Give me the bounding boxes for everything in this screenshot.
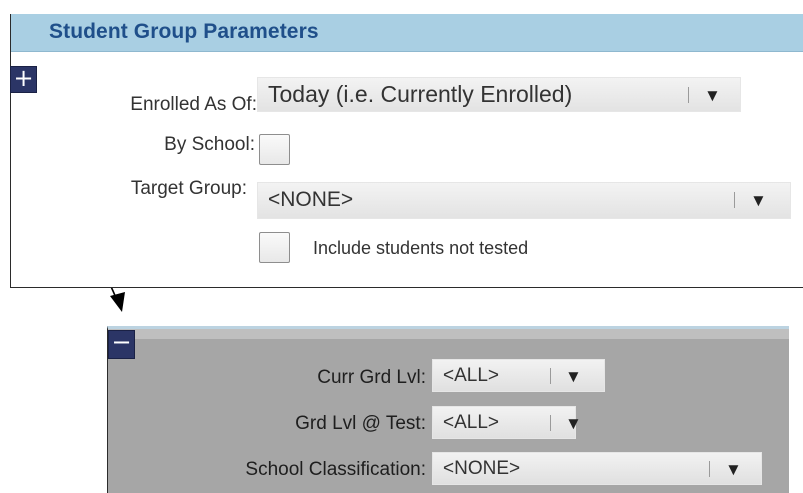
by-school-checkbox[interactable] — [259, 134, 290, 165]
enrolled-as-of-label: Enrolled As Of: — [130, 94, 257, 115]
expanded-parameters-panel: − Curr Grd Lvl: <ALL> ▼ Grd Lvl @ Test: … — [107, 326, 789, 493]
dropdown-arrow-icon: ▼ — [565, 367, 582, 386]
school-classification-value: <NONE> — [443, 458, 521, 479]
panel-title: Student Group Parameters — [49, 20, 319, 43]
target-group-select[interactable]: <NONE> ▼ — [257, 182, 791, 219]
dropdown-arrow-icon: ▼ — [704, 86, 721, 105]
select-separator — [550, 415, 551, 431]
student-group-parameters-panel: Student Group Parameters + Enrolled As O… — [10, 14, 803, 288]
dropdown-arrow-icon: ▼ — [750, 191, 767, 210]
by-school-label: By School: — [164, 134, 255, 155]
school-classification-select[interactable]: <NONE> ▼ — [432, 452, 762, 485]
expand-plus-icon[interactable]: + — [10, 66, 37, 93]
panel-header: Student Group Parameters — [11, 14, 803, 52]
select-separator — [709, 461, 710, 477]
school-classification-label: School Classification: — [245, 459, 426, 480]
curr-grd-lvl-value: <ALL> — [443, 365, 499, 386]
select-separator — [734, 192, 735, 208]
target-group-label: Target Group: — [130, 178, 247, 199]
dropdown-arrow-icon: ▼ — [725, 460, 742, 479]
select-separator — [550, 368, 551, 384]
grd-lvl-at-test-select[interactable]: <ALL> ▼ — [432, 406, 582, 439]
target-group-value: <NONE> — [268, 188, 354, 211]
dropdown-arrow-icon: ▼ — [565, 414, 582, 433]
select-separator — [688, 87, 689, 103]
enrolled-as-of-select[interactable]: Today (i.e. Currently Enrolled) ▼ — [257, 77, 741, 112]
curr-grd-lvl-select[interactable]: <ALL> ▼ — [432, 359, 605, 392]
grd-lvl-at-test-label: Grd Lvl @ Test: — [295, 413, 426, 434]
include-not-tested-label: Include students not tested — [313, 238, 529, 258]
include-not-tested-checkbox[interactable] — [259, 232, 290, 263]
curr-grd-lvl-label: Curr Grd Lvl: — [317, 367, 426, 388]
panel-top-strip — [108, 329, 789, 339]
enrolled-as-of-value: Today (i.e. Currently Enrolled) — [268, 81, 573, 107]
collapse-minus-icon[interactable]: − — [108, 330, 135, 359]
grd-lvl-at-test-value: <ALL> — [443, 412, 499, 433]
